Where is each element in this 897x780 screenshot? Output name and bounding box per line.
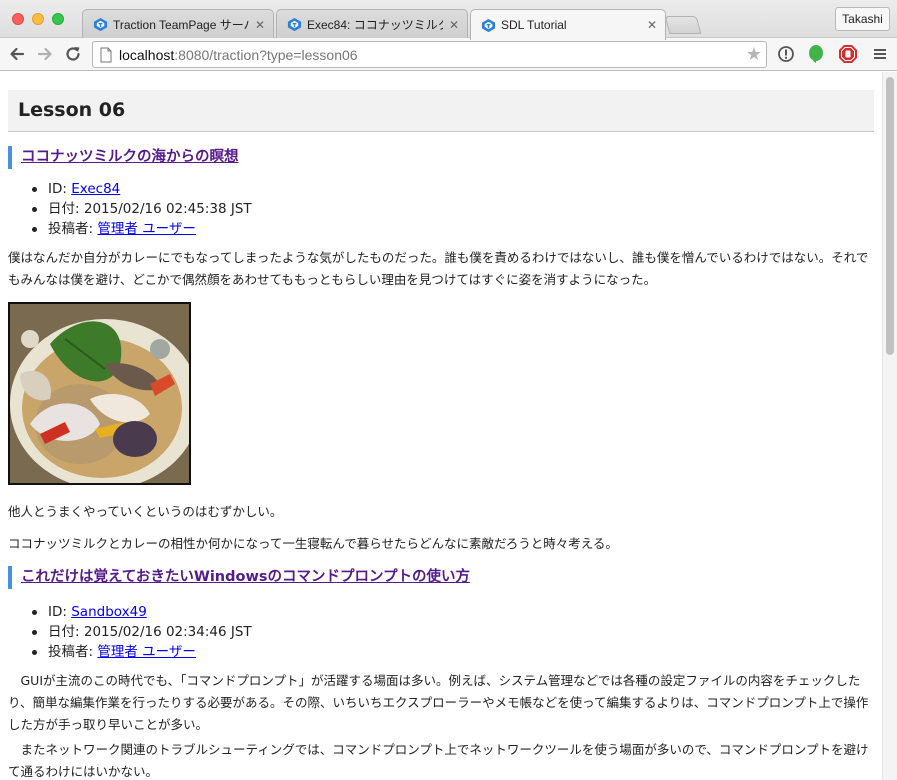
page-viewport: Lesson 06 ココナッツミルクの海からの瞑想 ID: Exec84 日付:…: [0, 72, 882, 780]
evernote-extension-button[interactable]: [806, 44, 826, 64]
scrollbar-thumb[interactable]: [886, 77, 894, 355]
post-paragraph: GUIが主流のこの時代でも、「コマンドプロンプト」が活躍する場面は多い。例えば、…: [8, 673, 869, 732]
window-titlebar: Traction TeamPage サーバー ✕ Exec84: ココナッツミル…: [0, 0, 897, 40]
tab-close-icon[interactable]: ✕: [255, 18, 265, 32]
tab-sdl-tutorial[interactable]: SDL Tutorial ✕: [470, 9, 666, 40]
tab-title: Traction TeamPage サーバー: [113, 18, 249, 32]
id-link[interactable]: Exec84: [71, 181, 120, 197]
forward-button[interactable]: [34, 43, 56, 65]
post-paragraph: 他人とうまくやっていくというのはむずかしい。: [8, 504, 283, 519]
profile-button[interactable]: Takashi: [835, 7, 890, 31]
traction-favicon-icon: [287, 17, 302, 32]
green-leaf-icon: [809, 45, 823, 63]
curry-photo: [8, 302, 191, 485]
back-button[interactable]: [6, 43, 28, 65]
zoom-window-button[interactable]: [52, 13, 64, 25]
post-meta-list: ID: Exec84 日付: 2015/02/16 02:45:38 JST 投…: [30, 179, 252, 239]
curry-dish-image: [10, 304, 189, 483]
post-title-link[interactable]: ココナッツミルクの海からの瞑想: [21, 149, 239, 165]
tab-title: Exec84: ココナッツミルクの: [307, 18, 443, 32]
adblock-extension-button[interactable]: [838, 44, 858, 64]
new-tab-button[interactable]: [664, 16, 702, 34]
close-window-button[interactable]: [12, 13, 24, 25]
post-title-2: これだけは覚えておきたいWindowsのコマンドプロンプトの使い方: [8, 566, 470, 589]
post-paragraph: ココナッツミルクとカレーの相性か何かになって一生寝転んで暮らせたらどんなに素敵だ…: [8, 536, 618, 551]
tab-close-icon[interactable]: ✕: [449, 18, 459, 32]
browser-menu-button[interactable]: [870, 44, 890, 64]
meta-author: 投稿者: 管理者 ユーザー: [30, 642, 252, 662]
meta-date: 日付: 2015/02/16 02:45:38 JST: [30, 199, 252, 219]
meta-id: ID: Sandbox49: [30, 602, 252, 622]
browser-toolbar: localhost:8080/traction?type=lesson06 ★: [0, 38, 897, 71]
page-icon: [100, 47, 112, 63]
stop-sign-hand-icon: [839, 45, 857, 63]
traction-favicon-icon: [481, 18, 496, 32]
page-title: Lesson 06: [18, 99, 126, 121]
id-link[interactable]: Sandbox49: [71, 604, 147, 620]
hamburger-menu-icon: [874, 49, 886, 59]
meta-id: ID: Exec84: [30, 179, 252, 199]
author-link[interactable]: 管理者 ユーザー: [97, 221, 196, 237]
traction-favicon-icon: [93, 17, 108, 32]
post-paragraph: 僕はなんだか自分がカレーにでもなってしまったような気がしたものだった。誰も僕を責…: [8, 250, 869, 287]
tab-title: SDL Tutorial: [501, 18, 567, 32]
post-paragraph: またネットワーク関連のトラブルシューティングでは、コマンドプロンプト上でネットワ…: [8, 742, 869, 779]
lesson-header: Lesson 06: [8, 90, 874, 132]
meta-author: 投稿者: 管理者 ユーザー: [30, 219, 252, 239]
url-text[interactable]: localhost:8080/traction?type=lesson06: [119, 47, 358, 63]
post-title-link[interactable]: これだけは覚えておきたいWindowsのコマンドプロンプトの使い方: [21, 569, 470, 585]
info-circle-icon: [778, 46, 794, 62]
post-meta-list: ID: Sandbox49 日付: 2015/02/16 02:34:46 JS…: [30, 602, 252, 662]
tab-exec84[interactable]: Exec84: ココナッツミルクの ✕: [276, 9, 468, 39]
tab-close-icon[interactable]: ✕: [647, 18, 657, 32]
author-link[interactable]: 管理者 ユーザー: [97, 644, 196, 660]
reload-button[interactable]: [62, 43, 84, 65]
back-arrow-icon: [10, 47, 25, 61]
post-title-1: ココナッツミルクの海からの瞑想: [8, 146, 239, 169]
bookmark-star-icon[interactable]: ★: [746, 44, 762, 65]
vertical-scrollbar[interactable]: [882, 72, 897, 780]
forward-arrow-icon: [37, 47, 52, 61]
tab-traction-teampage[interactable]: Traction TeamPage サーバー ✕: [82, 9, 274, 39]
address-bar[interactable]: localhost:8080/traction?type=lesson06 ★: [92, 41, 767, 68]
extension-info-button[interactable]: [776, 44, 796, 64]
meta-date: 日付: 2015/02/16 02:34:46 JST: [30, 622, 252, 642]
reload-icon: [66, 47, 80, 61]
minimize-window-button[interactable]: [32, 13, 44, 25]
